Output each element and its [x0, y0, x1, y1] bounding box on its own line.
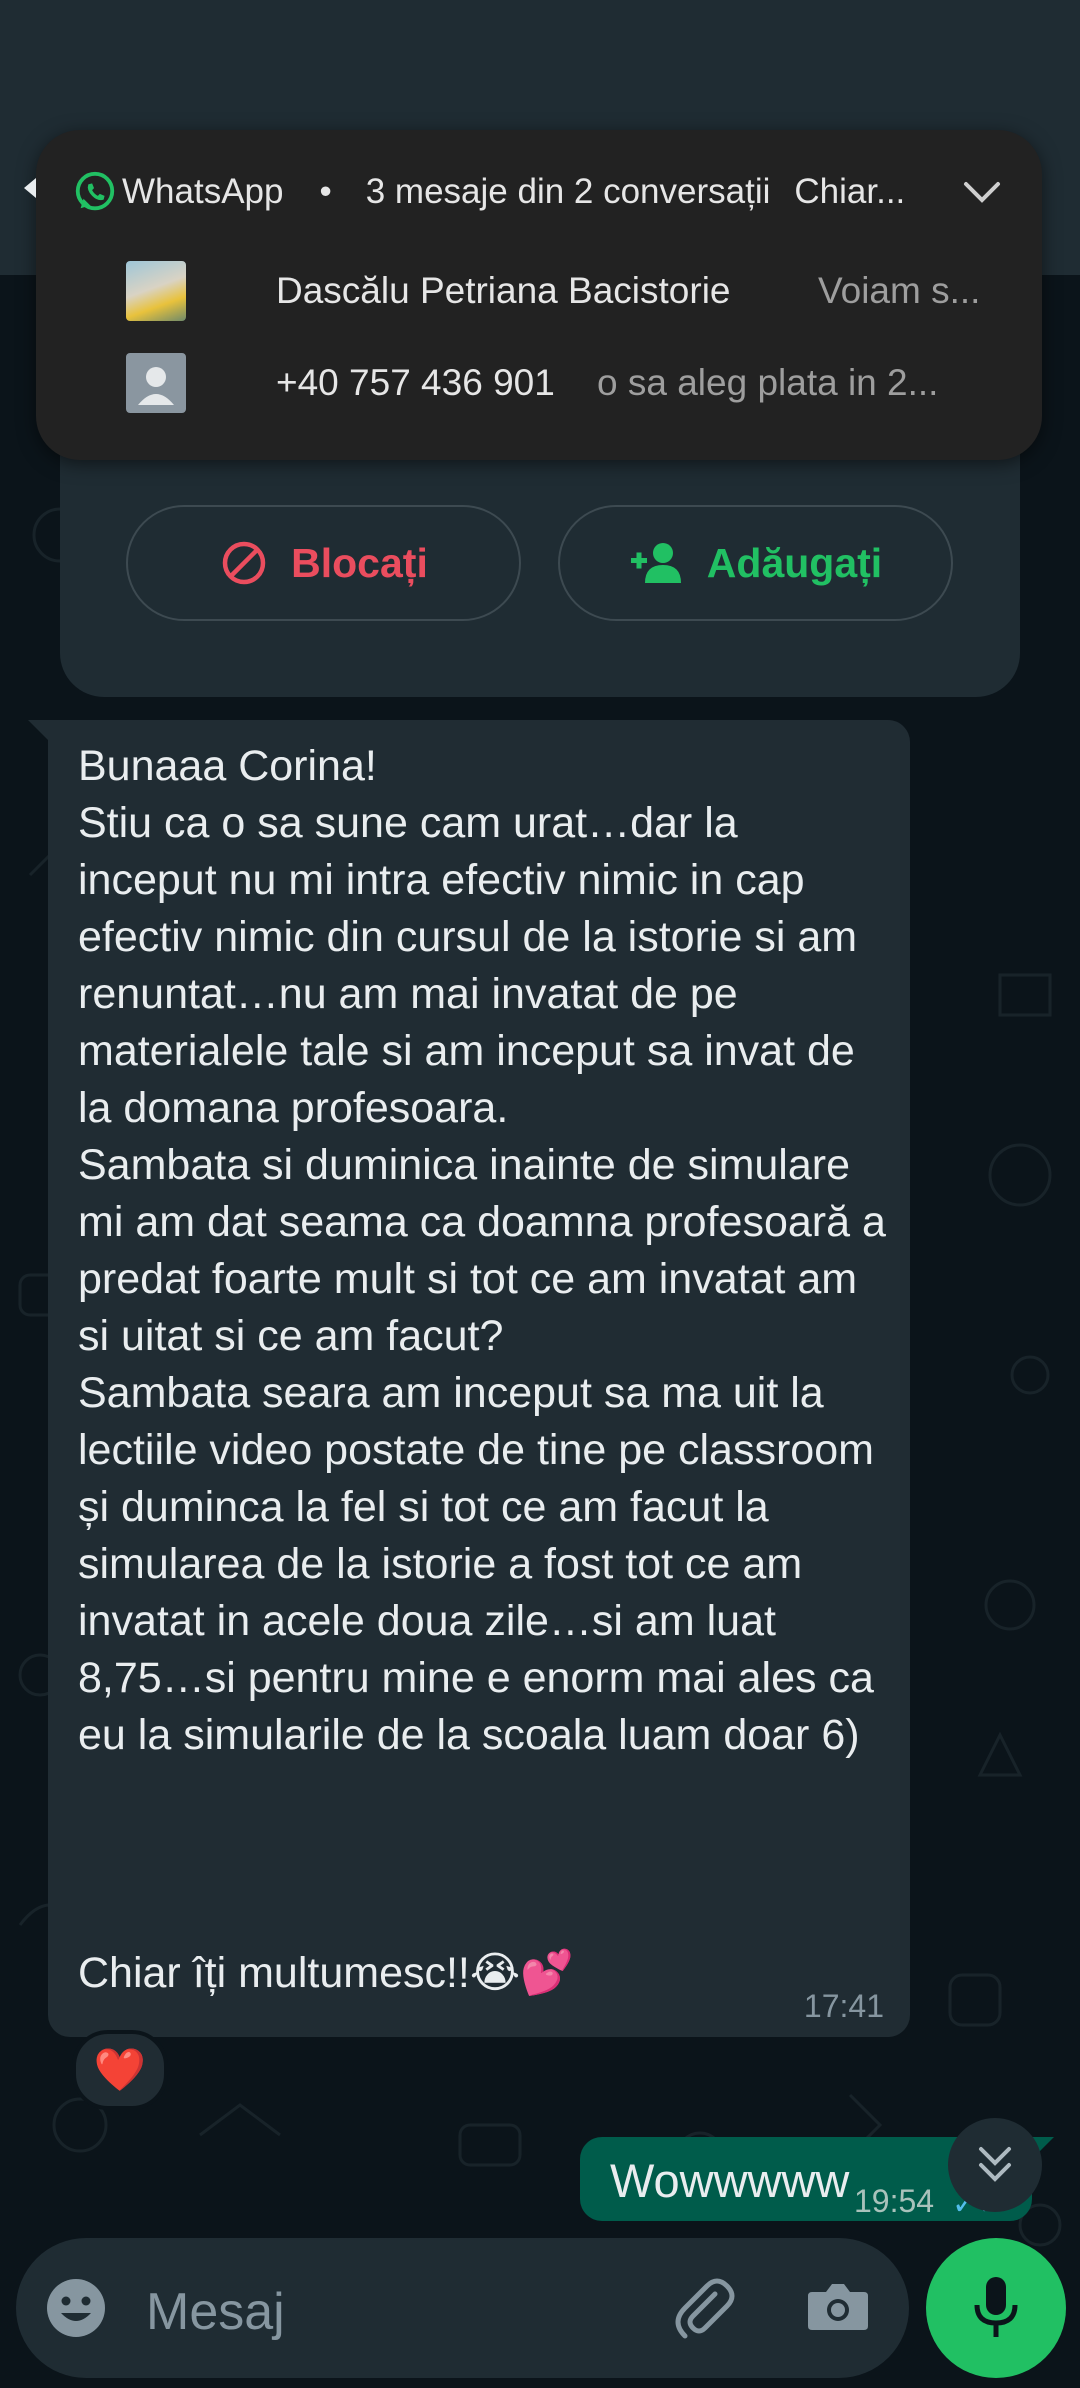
- notification-message: Voiam s...: [818, 270, 981, 311]
- default-avatar-icon: [126, 353, 186, 413]
- incoming-message-text: Bunaaa Corina! Stiu ca o sa sune cam ura…: [78, 742, 886, 1759]
- scroll-to-bottom-button[interactable]: [948, 2118, 1042, 2212]
- block-icon: [222, 541, 266, 585]
- incoming-message-time: 17:41: [803, 1988, 884, 2024]
- notification-row[interactable]: +40 757 436 901 o sa aleg plata in 2...: [36, 348, 1042, 418]
- camera-icon[interactable]: [806, 2278, 870, 2334]
- message-input[interactable]: Mesaj: [146, 2282, 285, 2342]
- double-chevron-down-icon: [979, 2147, 1011, 2182]
- outgoing-message-text: Wowwwww: [610, 2154, 850, 2207]
- block-label: Blocați: [291, 539, 428, 586]
- notification-caret: [24, 178, 36, 198]
- add-contact-label: Adăugați: [706, 539, 883, 586]
- notification-app-name: WhatsApp: [122, 172, 284, 211]
- incoming-message-bubble[interactable]: Bunaaa Corina! Stiu ca o sa sune cam ura…: [48, 720, 910, 2037]
- whatsapp-notification[interactable]: WhatsApp • 3 mesaje din 2 conversații Ch…: [36, 130, 1042, 460]
- message-composer[interactable]: Mesaj: [16, 2238, 909, 2378]
- notification-message: o sa aleg plata in 2...: [597, 362, 939, 403]
- notification-summary: 3 mesaje din 2 conversații: [365, 172, 771, 211]
- heart-reaction[interactable]: ❤️: [72, 2030, 168, 2110]
- attach-icon[interactable]: [671, 2274, 737, 2340]
- add-contact-button[interactable]: Adăugați: [558, 505, 953, 621]
- notification-contact-name: Dascălu Petriana Bacistorie: [276, 270, 731, 311]
- notification-row[interactable]: Dascălu Petriana Bacistorie Voiam s...: [36, 256, 1042, 326]
- emoji-icon[interactable]: [44, 2276, 108, 2340]
- chevron-down-icon[interactable]: [962, 178, 1002, 208]
- microphone-icon: [974, 2277, 1018, 2337]
- incoming-message-last-line: Chiar îți multumesc!!😭💕: [78, 1949, 574, 1997]
- contact-avatar-photo: [126, 261, 186, 321]
- notification-header: WhatsApp • 3 mesaje din 2 conversații Ch…: [72, 162, 1012, 222]
- notification-preview: Chiar...: [794, 172, 906, 211]
- voice-message-button[interactable]: [926, 2238, 1066, 2378]
- notification-contact-name: +40 757 436 901: [276, 362, 555, 403]
- add-contact-icon: [630, 543, 681, 583]
- outgoing-message-time: 19:54: [854, 2183, 935, 2219]
- block-button[interactable]: Blocați: [126, 505, 521, 621]
- notification-separator: •: [319, 172, 332, 211]
- incoming-bubble-tail: [28, 720, 50, 742]
- whatsapp-icon: [75, 171, 115, 211]
